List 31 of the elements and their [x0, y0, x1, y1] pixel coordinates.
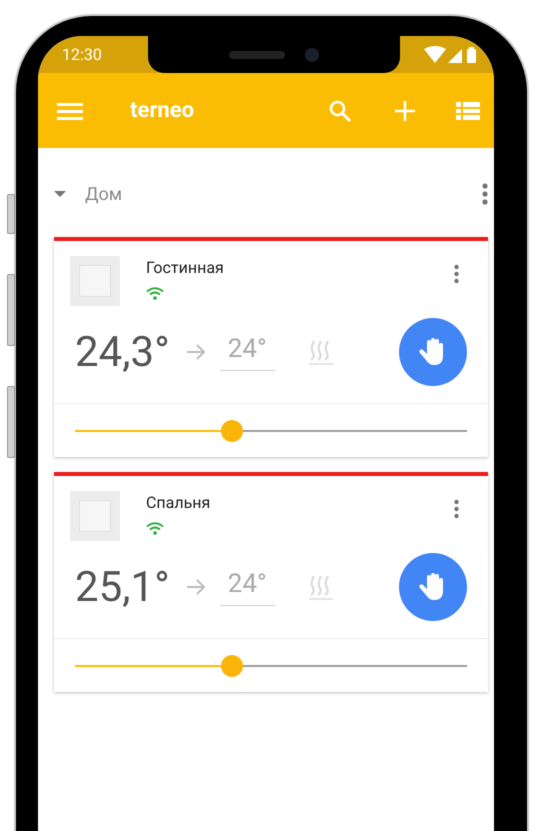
arrow-icon: [186, 344, 206, 360]
target-temperature[interactable]: 24°: [220, 568, 275, 606]
wifi-icon: [146, 287, 164, 300]
thermostat-thumbnail: [70, 256, 120, 306]
slider-thumb[interactable]: [220, 654, 243, 676]
temperature-slider[interactable]: [75, 420, 467, 442]
device-card[interactable]: Спальня 25,1° 24°: [54, 472, 488, 692]
arrow-icon: [186, 579, 206, 595]
device-name: Гостинная: [146, 258, 224, 277]
slider-thumb[interactable]: [220, 420, 243, 442]
group-name[interactable]: Дом: [85, 184, 122, 204]
wifi-icon: [146, 522, 164, 535]
device-card[interactable]: Гостинная 24,3° 24°: [54, 237, 488, 457]
device-name: Спальня: [146, 493, 210, 512]
more-icon[interactable]: [454, 264, 459, 284]
target-temperature[interactable]: 24°: [220, 334, 275, 370]
search-icon[interactable]: [328, 98, 352, 122]
more-icon[interactable]: [454, 499, 459, 519]
temperature-slider[interactable]: [75, 654, 467, 676]
current-temperature: 24,3°: [75, 328, 170, 376]
thermostat-thumbnail: [70, 491, 120, 541]
heating-icon: [306, 339, 335, 365]
menu-icon[interactable]: [57, 100, 83, 120]
more-icon[interactable]: [482, 183, 488, 205]
add-icon[interactable]: [394, 100, 416, 122]
current-temperature: 25,1°: [75, 562, 170, 612]
caret-icon[interactable]: [54, 190, 66, 198]
heating-icon: [306, 574, 335, 600]
list-icon[interactable]: [456, 100, 480, 120]
status-time: 12:30: [62, 45, 103, 64]
app-title: terneo: [130, 98, 194, 123]
